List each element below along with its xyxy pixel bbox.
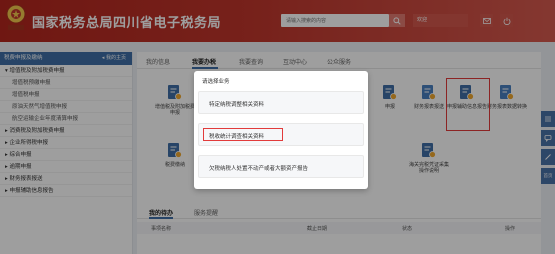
modal-title: 请选择业务 [202,79,230,85]
highlight-selected-option [203,128,283,141]
option-label: 特定纳税调整相关资料 [209,102,265,108]
option-tax-arrears-disposal-report[interactable]: 欠税纳税人处置不动产或者大额资产报告 [198,155,364,178]
option-special-tax-adjustment[interactable]: 特定纳税调整相关资料 [198,91,364,114]
option-label: 欠税纳税人处置不动产或者大额资产报告 [209,166,309,172]
select-business-modal: 请选择业务 特定纳税调整相关资料 税收统计调查相关资料 欠税纳税人处置不动产或者… [194,71,368,189]
